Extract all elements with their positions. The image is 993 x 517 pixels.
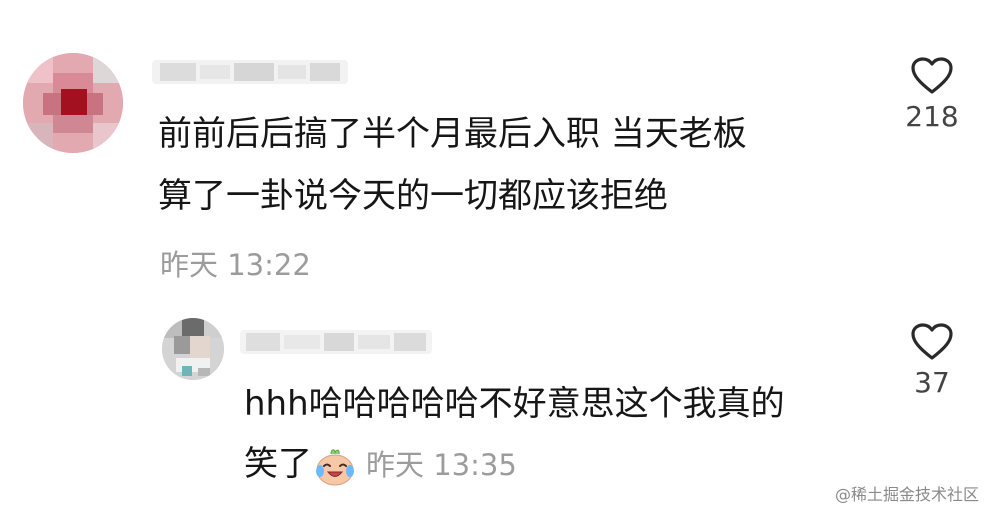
comment-like-count: 218 [905, 100, 959, 133]
username-blurred[interactable] [152, 60, 348, 84]
comment-text-line-1: 前前后后搞了半个月最后入职 当天老板 [158, 114, 747, 154]
heart-outline-icon[interactable] [910, 56, 954, 96]
watermark: @稀土掘金技术社区 [834, 485, 979, 504]
reply-line-2: 笑了 昨天 13:35 [244, 436, 517, 494]
reply-text-line-2: 笑了 [244, 444, 312, 484]
reply-like-count: 37 [914, 366, 950, 399]
avatar[interactable] [23, 53, 123, 153]
comment-text-line-2: 算了一卦说今天的一切都应该拒绝 [158, 176, 668, 216]
heart-outline-icon[interactable] [910, 322, 954, 362]
reply-timestamp: 昨天 13:35 [366, 448, 517, 482]
reply-avatar[interactable] [162, 318, 224, 380]
comment-thread: 前前后后搞了半个月最后入职 当天老板 算了一卦说今天的一切都应该拒绝 昨天 13… [0, 0, 993, 517]
reply-username-blurred[interactable] [240, 330, 432, 354]
reply-like-button[interactable]: 37 [892, 322, 972, 399]
laughing-crying-emoji-icon [316, 448, 354, 485]
comment-like-button[interactable]: 218 [892, 56, 972, 133]
comment-timestamp: 昨天 13:22 [160, 248, 311, 282]
reply-text-line-1: hhh哈哈哈哈哈不好意思这个我真的 [244, 384, 785, 424]
